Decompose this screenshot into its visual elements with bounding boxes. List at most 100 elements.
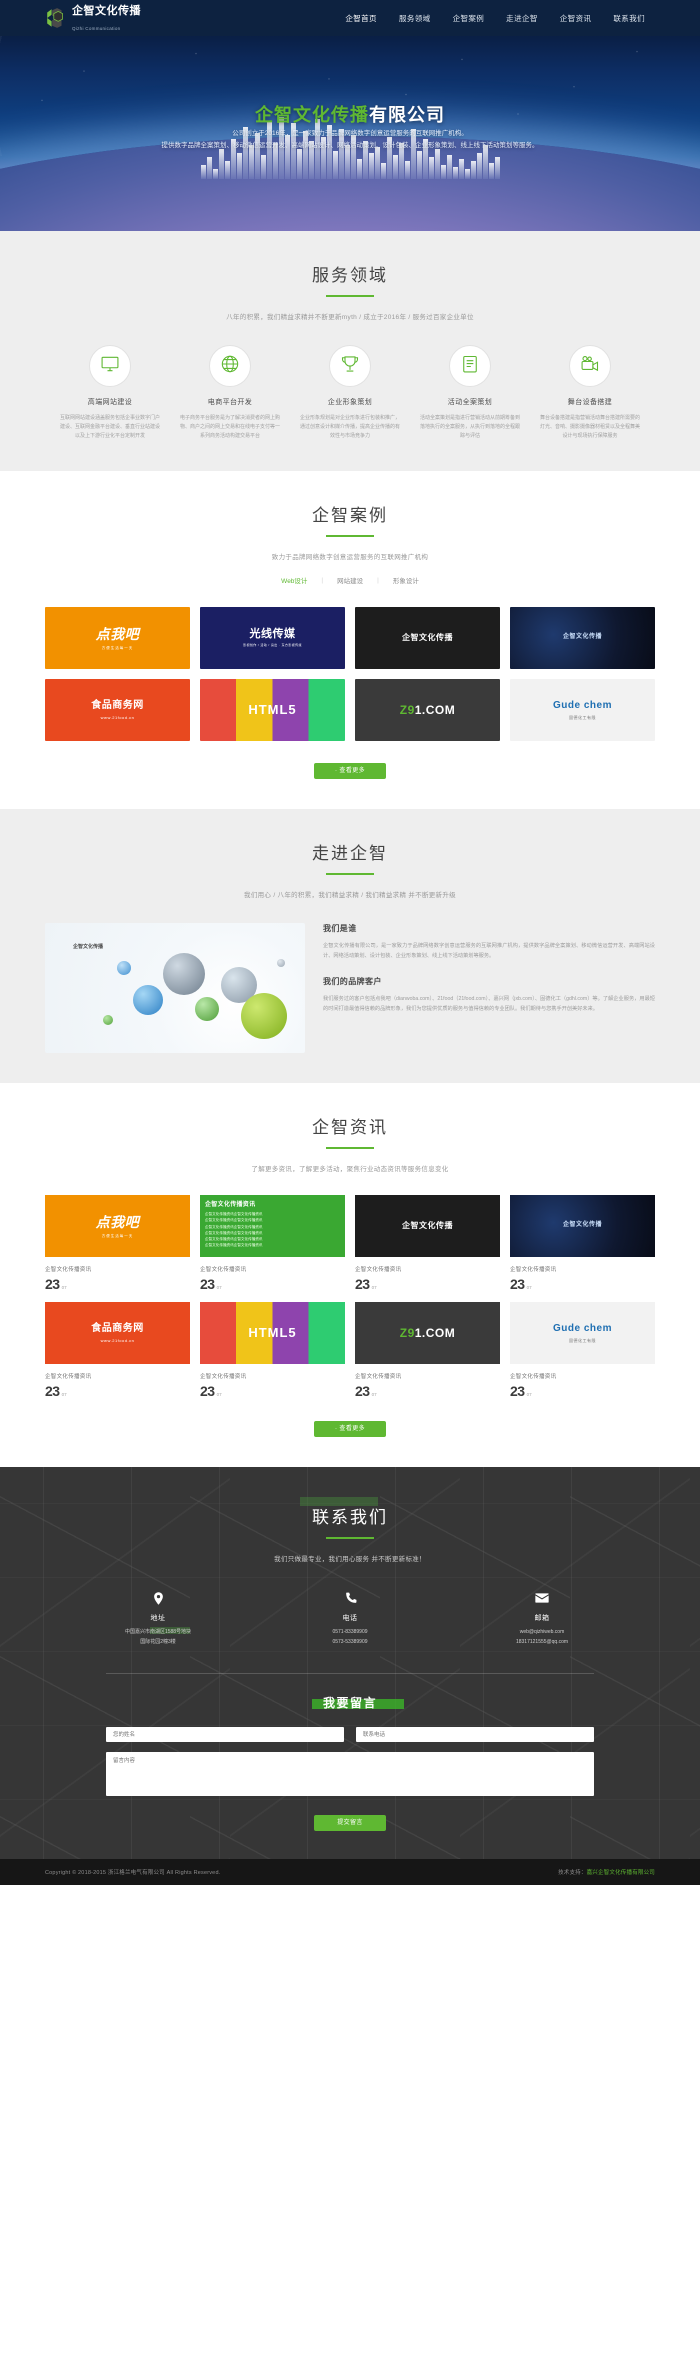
service-icon-wrap [329,345,371,387]
nav-item-services[interactable]: 服务领域 [388,13,442,24]
news-card-month: 07 [371,1285,377,1290]
case-card-label: 企智文化传播 [562,634,602,641]
nav-item-news[interactable]: 企智资讯 [549,13,603,24]
bubble-blue [133,985,163,1015]
phone-input[interactable] [356,1727,594,1742]
submit-message-button[interactable]: 提交留言 [314,1815,386,1831]
news-card-date: 23 07 [45,1383,190,1399]
contact-section: 联系我们 我们只做最专业，我们用心服务 并不断更新标准！ 地址 中国嘉兴市南湖区… [0,1467,700,1859]
news-more-button[interactable]: · 查看更多 [314,1421,386,1437]
bubble-small-green [103,1015,113,1025]
cases-title: 企智案例 [312,506,388,525]
news-thumb-label: 企智文化传播 [402,1221,453,1230]
name-input[interactable] [106,1727,344,1742]
contact-label: 邮箱 [534,1615,550,1622]
news-thumb-sublabel: 方便生活每一天 [101,1233,134,1238]
about-heading-2: 我们的品牌客户 [323,976,382,986]
site-footer: Copyright © 2018-2015 浙江格兰电气有限公司 All Rig… [0,1859,700,1885]
cases-description: 致力于品牌网络数字创意运营服务的互联网推广机构 [271,554,429,561]
news-card-title: 企智文化传播资讯 [45,1374,92,1380]
news-thumb-label: 企智文化传播 [562,1222,602,1229]
news-thumbnail: 食品商务网 www.21food.cn [45,1302,190,1364]
case-card-label: Z91.COM [399,702,456,717]
news-thumb-label: HTML5 [248,1324,297,1340]
news-card[interactable]: 点我吧 方便生活每一天 企智文化传播资讯 23 07 [45,1195,190,1292]
footer-support-prefix: 技术支持： [558,1870,587,1876]
news-card[interactable]: 食品商务网 www.21food.cn 企智文化传播资讯 23 07 [45,1302,190,1399]
tab-web-design[interactable]: Web设计 [267,575,321,585]
contact-address-block: 地址 中国嘉兴市南湖区1588号地块 国际花园2幢3楼 [88,1589,228,1647]
site-logo[interactable]: 企智文化传播 Qizhi Communication [45,2,141,34]
case-card[interactable]: 食品商务网 www.21food.cn [45,679,190,741]
about-text: 我们是谁 企智文化传播有限公司，是一家致力于品牌网络数字创意运营服务的互联网推广… [323,923,655,1015]
contact-title-rule [326,1537,374,1539]
nav-item-about[interactable]: 走进企智 [495,13,549,24]
service-card-website[interactable]: 高端网站建设 互联网网站建设涵盖服务包括企事业数字门户建设、互联网金融平台建设、… [60,345,160,441]
nav-item-home[interactable]: 企智首页 [334,13,388,24]
hero-subtitle-line-2: 提供数字品牌全案策划、移动微信运营开发、高端网站设计、网络活动策划、设计包装、企… [161,142,539,150]
case-card-sublabel: 影视创作 / 活动 / 演出 · 东方影视传媒 [243,643,302,647]
hero-title: 企智文化传播有限公司 [0,101,700,127]
news-card[interactable]: HTML5 企智文化传播资讯 23 07 [200,1302,345,1399]
service-name: 高端网站建设 [87,399,133,406]
news-thumb-heading: 企智文化传播资讯 [205,1202,256,1208]
news-thumb-list: 企智文化传播资讯企智文化传播资讯 企智文化传播资讯企智文化传播资讯 企智文化传播资讯… [205,1211,340,1249]
services-title: 服务领域 [312,266,388,285]
cases-more-button[interactable]: · 查看更多 [314,763,386,779]
news-card[interactable]: Z91.COM 企智文化传播资讯 23 07 [355,1302,500,1399]
about-paragraph-1: 企智文化传播有限公司，是一家致力于品牌网络数字创意运营服务的互联网推广机构，提供… [323,943,655,960]
news-card[interactable]: 企智文化传播 企智文化传播资讯 23 07 [510,1195,655,1292]
news-card[interactable]: 企智文化传播资讯 企智文化传播资讯企智文化传播资讯 企智文化传播资讯企智文化传播资讯… [200,1195,345,1292]
case-card[interactable]: 光线传媒 影视创作 / 活动 / 演出 · 东方影视传媒 [200,607,345,669]
about-description: 我们用心 / 八年的积累，我们精益求精 / 我们精益求精 并不断更新升级 [244,892,456,899]
service-copy: 互联网网站建设涵盖服务包括企事业数字门户建设、互联网金融平台建设、垂直行业站建设… [60,415,161,439]
service-card-ecommerce[interactable]: 电商平台开发 电子商务平台服务是为了解决消费者的网上购物、商户之间的网上交易和在… [180,345,280,441]
service-icon-wrap [209,345,251,387]
cases-grid: 点我吧 方便生活每一天 光线传媒 影视创作 / 活动 / 演出 · 东方影视传媒 企智文… [0,607,700,741]
services-description: 八年的积累，我们精益求精并不断更新myth / 成立于2016年 / 服务过百家… [226,314,474,321]
case-card[interactable]: Z91.COM [355,679,500,741]
contact-divider [106,1673,594,1674]
news-thumb-label: Z91.COM [399,1325,456,1340]
news-card-title: 企智文化传播资讯 [200,1267,247,1273]
nav-item-cases[interactable]: 企智案例 [442,13,496,24]
hero-title-green: 企智文化传播 [255,105,369,125]
tab-site-building[interactable]: 网站建设 [323,575,377,585]
globe-icon [220,354,240,379]
news-card-date: 23 07 [200,1383,345,1399]
news-card[interactable]: 企智文化传播 企智文化传播资讯 23 07 [355,1195,500,1292]
news-card-date: 23 07 [355,1276,500,1292]
service-card-branding[interactable]: 企业形象策划 企业形象规划是对企业形象进行包装和推广，通过创意设计和媒介传播，提… [300,345,400,441]
case-card-sublabel: 方便生活每一天 [101,645,134,650]
contact-value: 0571-83389909 0573-53389909 [332,1629,368,1645]
news-card-day: 23 [45,1276,60,1292]
footer-copyright: Copyright © 2018-2015 浙江格兰电气有限公司 All Rig… [45,1870,221,1876]
trophy-icon [340,354,360,379]
footer-support-link[interactable]: 嘉兴企智文化传播有限公司 [587,1870,655,1876]
case-card[interactable]: HTML5 [200,679,345,741]
service-card-stage-setup[interactable]: 舞台设备搭建 舞台设备搭建是指营销活动舞台搭建所需要的灯光、音响、摄影摄像器材租… [540,345,640,441]
news-thumb-label: 点我吧 方便生活每一天 [95,1214,140,1238]
news-card[interactable]: Gude chem 固德化工有限 企智文化传播资讯 23 07 [510,1302,655,1399]
news-title-rule [326,1147,374,1149]
services-title-rule [326,295,374,297]
services-list: 高端网站建设 互联网网站建设涵盖服务包括企事业数字门户建设、互联网金融平台建设、… [0,345,700,441]
nav-item-contact[interactable]: 联系我们 [602,13,656,24]
bubble-gray-large [163,953,205,995]
message-form-title: 我要留言 [322,1696,377,1710]
news-card-day: 23 [200,1383,215,1399]
about-illustration: 企智文化传播 [45,923,305,1053]
tab-brand-design[interactable]: 形象设计 [379,575,433,585]
about-section: 走进企智 我们用心 / 八年的积累，我们精益求精 / 我们精益求精 并不断更新升… [0,809,700,1083]
service-card-event-planning[interactable]: 活动全案策划 活动全案策划是指进行营销活动从前期筹备到落地执行的全案服务，从执行… [420,345,520,441]
news-thumbnail: 点我吧 方便生活每一天 [45,1195,190,1257]
case-card[interactable]: 企智文化传播 [510,607,655,669]
news-card-month: 07 [216,1392,222,1397]
logo-hexagon-icon [45,7,67,29]
case-card-label: 光线传媒 影视创作 / 活动 / 演出 · 东方影视传媒 [243,628,302,647]
message-textarea[interactable] [106,1752,594,1796]
case-card[interactable]: Gude chem 固德化工有限 [510,679,655,741]
case-card[interactable]: 点我吧 方便生活每一天 [45,607,190,669]
hero-subtitle: 公司创立于2016年，是一家致力于品牌网络数字创意运营服务的互联网推广机构。 提… [0,128,700,152]
case-card[interactable]: 企智文化传播 [355,607,500,669]
